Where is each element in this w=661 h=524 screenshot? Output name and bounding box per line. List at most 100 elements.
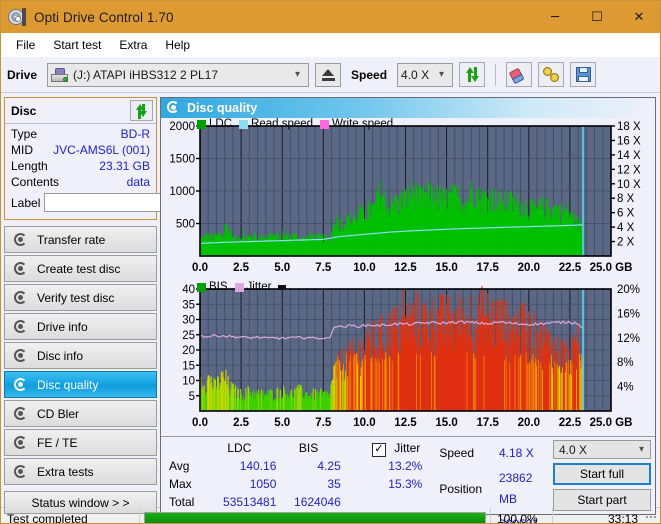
eject-icon xyxy=(321,68,335,81)
disc-test-icon xyxy=(13,464,29,480)
svg-text:10 X: 10 X xyxy=(617,179,641,191)
svg-text:8 X: 8 X xyxy=(617,193,635,205)
jitter-checkbox[interactable]: ✓ xyxy=(371,442,386,457)
disc-label-row: Label xyxy=(11,192,248,215)
test-speed-select[interactable]: 4.0 X ▾ xyxy=(553,440,651,460)
svg-text:6 X: 6 X xyxy=(617,208,635,220)
sidebar-item-label: Disc quality xyxy=(37,377,99,392)
info-row-position: Position 23862 MB xyxy=(438,467,551,511)
menu-file[interactable]: File xyxy=(7,35,44,55)
refresh-icon xyxy=(465,67,480,82)
speed-select-value: 4.0 X xyxy=(401,67,430,82)
sidebar-item-label: Drive info xyxy=(37,319,88,334)
minimize-button[interactable]: ─ xyxy=(534,1,576,33)
legend-label-ldc: LDC xyxy=(209,118,233,130)
svg-text:16 X: 16 X xyxy=(617,135,641,147)
svg-text:30: 30 xyxy=(182,315,195,327)
stats-panel: LDC BIS ✓ Jitter Avg 140.16 4.25 13.2% M… xyxy=(161,436,655,523)
table-row: Total 53513481 1624046 xyxy=(169,493,422,511)
eject-button[interactable] xyxy=(315,62,342,87)
app-window: Opti Drive Control 1.70 ─ ☐ ✕ File Start… xyxy=(0,0,661,524)
sidebar-item-label: Create test disc xyxy=(37,261,121,276)
drive-select[interactable]: (J:) ATAPI iHBS312 2 PL17 ▾ xyxy=(47,62,310,87)
disc-panel-header: Disc xyxy=(5,98,156,124)
gears-icon xyxy=(543,67,560,82)
sidebar-item-cd-bler[interactable]: CD Bler xyxy=(4,400,157,427)
sidebar-item-create-test-disc[interactable]: Create test disc xyxy=(4,255,157,282)
svg-text:20.0: 20.0 xyxy=(518,417,540,429)
window-controls: ─ ☐ ✕ xyxy=(534,1,660,33)
svg-text:2000: 2000 xyxy=(169,121,195,133)
svg-text:12 X: 12 X xyxy=(617,164,641,176)
col-header-bis: BIS xyxy=(298,441,319,456)
menu-help[interactable]: Help xyxy=(156,35,199,55)
drive-label: Drive xyxy=(7,67,38,82)
svg-text:8%: 8% xyxy=(617,357,634,369)
sidebar-item-disc-quality[interactable]: Disc quality xyxy=(4,371,157,398)
svg-text:25.0 GB: 25.0 GB xyxy=(590,262,633,274)
panel-header: Disc quality xyxy=(161,98,655,118)
jitter-label: Jitter xyxy=(394,441,421,456)
body: Disc Type BD-R MID JVC-AMS6L (001) Lengt… xyxy=(1,93,660,523)
menu-start-test[interactable]: Start test xyxy=(44,35,110,55)
svg-text:22.5: 22.5 xyxy=(559,417,582,429)
disc-test-icon xyxy=(13,261,29,277)
sidebar-item-drive-info[interactable]: Drive info xyxy=(4,313,157,340)
legend-label-write-speed: Write speed xyxy=(332,118,394,130)
legend-swatch-bis xyxy=(197,282,206,292)
avg-jitter-value: 13.2% xyxy=(388,459,423,474)
disc-contents-label: Contents xyxy=(11,175,60,189)
row-label-avg: Avg xyxy=(169,459,190,474)
jitter-toggle-cell: ✓ Jitter xyxy=(341,440,423,458)
svg-text:20%: 20% xyxy=(617,284,640,296)
stats-table: LDC BIS ✓ Jitter Avg 140.16 4.25 13.2% M… xyxy=(169,440,422,511)
sidebar-item-verify-test-disc[interactable]: Verify test disc xyxy=(4,284,157,311)
erase-button[interactable] xyxy=(506,62,533,87)
sidebar-item-fe-te[interactable]: FE / TE xyxy=(4,429,157,456)
settings-button[interactable] xyxy=(538,62,565,87)
disc-length-value: 23.31 GB xyxy=(99,159,150,173)
svg-text:14 X: 14 X xyxy=(617,150,641,162)
sidebar-item-disc-info[interactable]: Disc info xyxy=(4,342,157,369)
start-full-button[interactable]: Start full xyxy=(553,463,651,486)
bis-chart-legend: BIS Jitter xyxy=(197,281,289,293)
svg-text:25.0 GB: 25.0 GB xyxy=(590,417,633,429)
svg-text:500: 500 xyxy=(176,219,195,231)
save-button[interactable] xyxy=(570,62,597,87)
progress-percent: 100.0% xyxy=(490,507,552,523)
sidebar-item-transfer-rate[interactable]: Transfer rate xyxy=(4,226,157,253)
disc-refresh-button[interactable] xyxy=(130,100,153,121)
disc-test-icon xyxy=(13,348,29,364)
menu-extra[interactable]: Extra xyxy=(110,35,156,55)
sidebar: Disc Type BD-R MID JVC-AMS6L (001) Lengt… xyxy=(1,93,248,514)
app-disc-icon xyxy=(8,8,26,26)
disc-quality-panel: Disc quality LDC Read speed Write speed … xyxy=(160,97,656,523)
test-speed-value: 4.0 X xyxy=(559,442,588,457)
ldc-chart-legend: LDC Read speed Write speed xyxy=(197,118,396,130)
status-message: Test completed xyxy=(1,507,140,523)
sidebar-item-extra-tests[interactable]: Extra tests xyxy=(4,458,157,485)
speed-info-label: Speed xyxy=(439,446,475,460)
disc-length-label: Length xyxy=(11,159,48,173)
total-jitter-value xyxy=(341,493,423,511)
test-controls: 4.0 X ▾ Start full Start part xyxy=(553,440,651,511)
refresh-button[interactable] xyxy=(459,62,486,87)
svg-text:15: 15 xyxy=(182,360,195,372)
disc-type-value: BD-R xyxy=(120,127,150,141)
svg-text:15.0: 15.0 xyxy=(435,417,457,429)
speed-select[interactable]: 4.0 X ▾ xyxy=(397,62,454,87)
svg-text:10: 10 xyxy=(182,376,195,388)
svg-text:1000: 1000 xyxy=(169,186,195,198)
speed-info-value: 4.18 X xyxy=(499,446,534,460)
resize-grip[interactable] xyxy=(644,515,660,522)
disc-test-icon xyxy=(13,319,29,335)
close-button[interactable]: ✕ xyxy=(618,1,660,33)
svg-text:0.0: 0.0 xyxy=(192,417,208,429)
disc-properties: Type BD-R MID JVC-AMS6L (001) Length 23.… xyxy=(5,124,248,219)
svg-text:20: 20 xyxy=(182,345,195,357)
disc-test-icon xyxy=(13,377,29,393)
legend-label-read-speed: Read speed xyxy=(251,118,314,130)
toolbar-divider xyxy=(495,63,497,86)
maximize-button[interactable]: ☐ xyxy=(576,1,618,33)
svg-text:1500: 1500 xyxy=(169,154,195,166)
